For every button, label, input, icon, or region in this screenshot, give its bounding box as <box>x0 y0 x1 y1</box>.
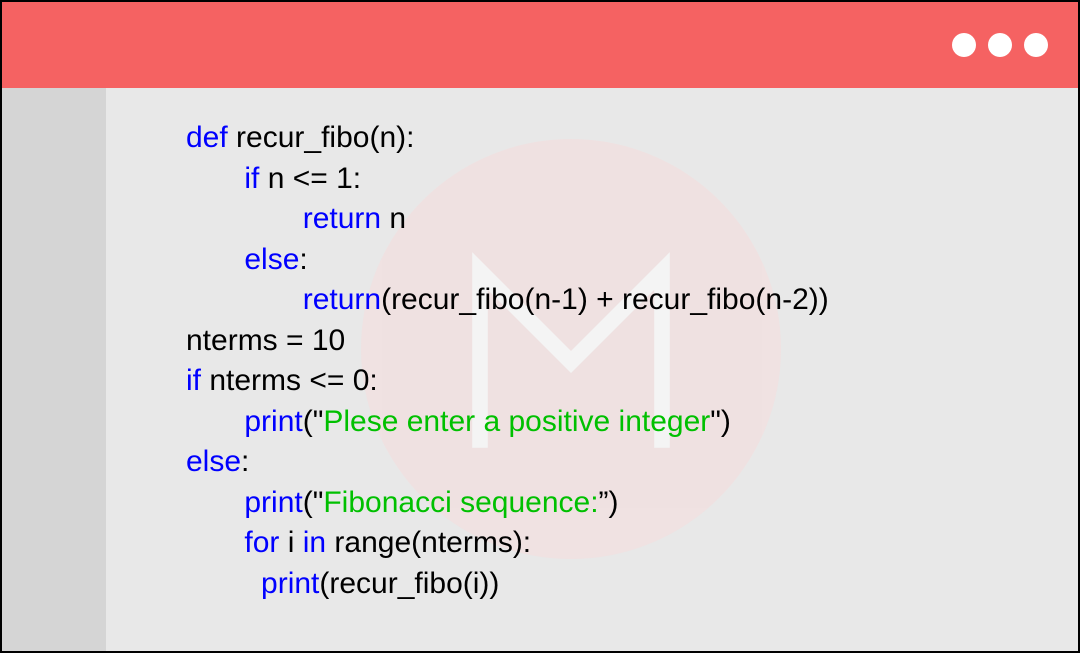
keyword: print <box>244 486 302 519</box>
keyword: def <box>186 121 228 154</box>
window-control-dot[interactable] <box>952 33 976 57</box>
keyword: if <box>186 364 201 397</box>
code-text: (" <box>303 486 324 519</box>
keyword: else <box>244 243 299 276</box>
code-line: print("Fibonacci sequence:”) <box>186 483 1058 524</box>
code-line: return n <box>186 199 1058 240</box>
code-text: (recur_fibo(n-1) + recur_fibo(n-2)) <box>381 283 829 316</box>
code-line: else: <box>186 442 1058 483</box>
code-text: (" <box>303 405 324 438</box>
code-line: print("Plese enter a positive integer") <box>186 402 1058 443</box>
string-literal: Fibonacci sequence: <box>323 486 598 519</box>
code-text: : <box>241 445 249 478</box>
keyword: if <box>244 162 259 195</box>
code-text: n <= 1: <box>259 162 361 195</box>
code-line: for i in range(nterms): <box>186 523 1058 564</box>
code-text: ”) <box>599 486 619 519</box>
code-text: ") <box>710 405 731 438</box>
code-text: nterms = 10 <box>186 324 345 357</box>
code-block: def recur_fibo(n): if n <= 1: return n e… <box>186 118 1058 604</box>
code-area: def recur_fibo(n): if n <= 1: return n e… <box>106 88 1078 651</box>
code-line: print(recur_fibo(i)) <box>186 564 1058 605</box>
code-line: return(recur_fibo(n-1) + recur_fibo(n-2)… <box>186 280 1058 321</box>
code-line: nterms = 10 <box>186 321 1058 362</box>
keyword: return <box>303 283 381 316</box>
editor-body: def recur_fibo(n): if n <= 1: return n e… <box>2 88 1078 651</box>
gutter <box>2 88 106 651</box>
code-line: def recur_fibo(n): <box>186 118 1058 159</box>
code-text: : <box>299 243 307 276</box>
code-text: nterms <= 0: <box>201 364 378 397</box>
keyword: print <box>244 405 302 438</box>
titlebar <box>2 2 1078 88</box>
code-line: else: <box>186 240 1058 281</box>
code-text: (recur_fibo(i)) <box>319 567 499 600</box>
window-control-dot[interactable] <box>1024 33 1048 57</box>
code-text: i <box>279 526 302 559</box>
string-literal: Plese enter a positive integer <box>323 405 710 438</box>
keyword: print <box>261 567 319 600</box>
keyword: else <box>186 445 241 478</box>
code-line: if nterms <= 0: <box>186 361 1058 402</box>
window-control-dot[interactable] <box>988 33 1012 57</box>
code-text: range(nterms): <box>326 526 531 559</box>
keyword: return <box>303 202 381 235</box>
code-text: n <box>381 202 406 235</box>
code-line: if n <= 1: <box>186 159 1058 200</box>
keyword: for <box>244 526 279 559</box>
code-window: def recur_fibo(n): if n <= 1: return n e… <box>0 0 1080 653</box>
code-text: recur_fibo(n): <box>228 121 415 154</box>
keyword: in <box>303 526 326 559</box>
